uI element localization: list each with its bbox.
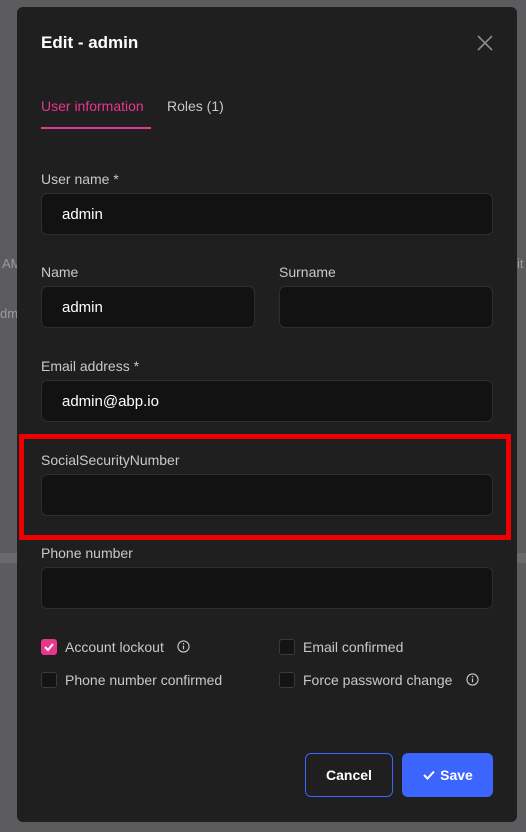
- email-input[interactable]: [41, 380, 493, 422]
- info-icon: [466, 673, 479, 686]
- cancel-button-label: Cancel: [326, 767, 372, 783]
- account-lockout-checkbox[interactable]: [41, 639, 57, 655]
- modal-title: Edit - admin: [41, 33, 139, 52]
- tab-user-information[interactable]: User information: [41, 98, 144, 114]
- email-confirmed-label: Email confirmed: [303, 639, 404, 655]
- username-input[interactable]: [41, 193, 493, 235]
- phone-confirmed-checkbox[interactable]: [41, 672, 57, 688]
- email-label: Email address *: [41, 358, 140, 374]
- tab-roles[interactable]: Roles (1): [167, 98, 224, 114]
- force-password-change-checkbox[interactable]: [279, 672, 295, 688]
- username-label: User name *: [41, 171, 119, 187]
- checkmark-icon: [44, 643, 54, 652]
- background-text-right-1: it: [517, 256, 524, 271]
- phone-label: Phone number: [41, 545, 133, 561]
- phone-confirmed-label: Phone number confirmed: [65, 672, 223, 688]
- phone-input[interactable]: [41, 567, 493, 609]
- cancel-button[interactable]: Cancel: [305, 753, 393, 797]
- name-input[interactable]: [41, 286, 255, 328]
- email-confirmed-checkbox[interactable]: [279, 639, 295, 655]
- close-icon[interactable]: [475, 33, 495, 53]
- surname-input[interactable]: [279, 286, 493, 328]
- info-icon: [177, 640, 190, 653]
- force-password-change-label: Force password change: [303, 672, 453, 688]
- check-icon: [423, 770, 435, 780]
- active-tab-indicator: [41, 127, 151, 129]
- save-button[interactable]: Save: [402, 753, 493, 797]
- account-lockout-label: Account lockout: [65, 639, 164, 655]
- surname-label: Surname: [279, 264, 336, 280]
- edit-user-modal: Edit - admin User information Roles (1) …: [17, 7, 517, 822]
- save-button-label: Save: [440, 767, 473, 783]
- highlight-box: [19, 434, 511, 540]
- background-text-left-2: dm: [0, 306, 19, 321]
- name-label: Name: [41, 264, 79, 280]
